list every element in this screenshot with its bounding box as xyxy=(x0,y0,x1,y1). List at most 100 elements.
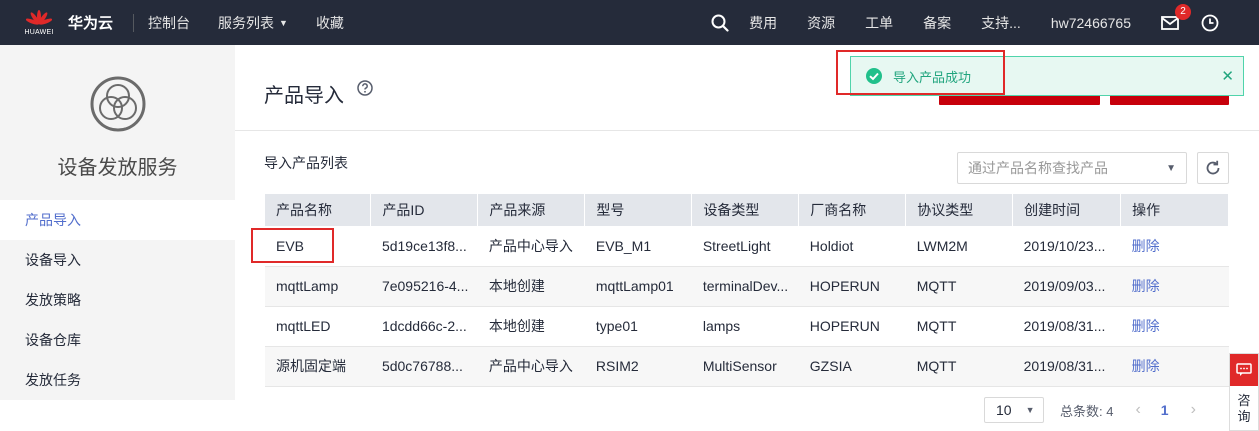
table-row: EVB 5d19ce13f8... 产品中心导入 EVB_M1 StreetLi… xyxy=(265,226,1229,267)
main-content: 产品导入 导入产品成功 ✕ 导入产品列表 ▼ 产品名称 产品ID 产品来源 型号 xyxy=(235,45,1259,431)
cell-product-id: 1dcdd66c-2... xyxy=(370,306,478,347)
cell-vendor: Holdiot xyxy=(798,226,906,267)
chevron-right-icon[interactable]: › xyxy=(1191,401,1196,419)
cell-vendor: GZSIA xyxy=(798,346,906,387)
col-header[interactable]: 创建时间 xyxy=(1012,194,1122,226)
table-row: 源机固定端 5d0c76788... 产品中心导入 RSIM2 MultiSen… xyxy=(265,346,1229,387)
cell-source: 本地创建 xyxy=(477,266,585,307)
consult-button[interactable]: 咨询 xyxy=(1229,353,1259,431)
cell-created-time: 2019/08/31... xyxy=(1012,306,1121,347)
user-account[interactable]: hw72466765 xyxy=(1051,15,1131,31)
sidebar-item-product-import[interactable]: 产品导入 xyxy=(0,200,235,240)
delete-link[interactable]: 删除 xyxy=(1120,266,1229,307)
logo-text: HUAWEI xyxy=(24,28,54,36)
cell-product-name: 源机固定端 xyxy=(265,346,371,387)
table-row: mqttLamp 7e095216-4... 本地创建 mqttLamp01 t… xyxy=(265,266,1229,307)
col-header[interactable]: 产品来源 xyxy=(477,194,586,226)
list-title: 导入产品列表 xyxy=(264,155,348,171)
refresh-icon xyxy=(1206,160,1220,175)
col-header[interactable]: 协议类型 xyxy=(905,194,1014,226)
col-header[interactable]: 型号 xyxy=(584,194,693,226)
cell-product-id: 5d19ce13f8... xyxy=(370,226,478,267)
pagination: 10 ▼ 总条数: 4 ‹ 1 › xyxy=(984,397,1196,423)
clock-icon[interactable] xyxy=(1201,14,1219,32)
refresh-button[interactable] xyxy=(1197,152,1229,184)
product-search-select[interactable]: ▼ xyxy=(957,152,1187,184)
delete-link[interactable]: 删除 xyxy=(1120,346,1229,387)
nav-resources[interactable]: 资源 xyxy=(807,13,835,33)
nav-billing[interactable]: 费用 xyxy=(749,13,777,33)
sidebar-item-device-warehouse[interactable]: 设备仓库 xyxy=(0,320,235,360)
delete-link[interactable]: 删除 xyxy=(1120,306,1229,347)
close-icon[interactable]: ✕ xyxy=(1221,67,1234,85)
cell-product-id: 5d0c76788... xyxy=(370,346,478,387)
caret-down-icon: ▼ xyxy=(279,17,288,28)
cell-created-time: 2019/10/23... xyxy=(1012,226,1121,267)
sidebar-menu: 产品导入 设备导入 发放策略 设备仓库 发放任务 xyxy=(0,200,235,431)
cell-model: mqttLamp01 xyxy=(584,266,692,307)
cell-model: RSIM2 xyxy=(584,346,692,387)
cell-device-type: MultiSensor xyxy=(691,346,799,387)
help-icon[interactable] xyxy=(357,80,373,99)
nav-service-list[interactable]: 服务列表 ▼ xyxy=(218,13,288,33)
sidebar-item-tasks[interactable]: 发放任务 xyxy=(0,360,235,400)
page-size-select[interactable]: 10 ▼ xyxy=(984,397,1044,423)
cell-protocol: MQTT xyxy=(905,266,1013,307)
cell-device-type: StreetLight xyxy=(691,226,799,267)
brand-name[interactable]: 华为云 xyxy=(68,12,113,33)
service-logo-icon xyxy=(90,76,146,135)
cell-source: 本地创建 xyxy=(477,306,585,347)
mail-icon[interactable]: 2 xyxy=(1161,3,1191,31)
cell-product-name: mqttLamp xyxy=(265,266,371,307)
nav-favorites[interactable]: 收藏 xyxy=(316,13,344,33)
cell-source: 产品中心导入 xyxy=(477,226,585,267)
cell-product-name: mqttLED xyxy=(265,306,371,347)
col-header: 操作 xyxy=(1120,194,1229,226)
sidebar-header: 设备发放服务 xyxy=(0,45,235,200)
cell-source: 产品中心导入 xyxy=(477,346,585,387)
top-navigation-bar: HUAWEI 华为云 控制台 服务列表 ▼ 收藏 费用 资源 工单 备案 支持.… xyxy=(0,0,1259,45)
col-header[interactable]: 设备类型 xyxy=(691,194,800,226)
cell-protocol: MQTT xyxy=(905,306,1013,347)
col-header[interactable]: 产品ID xyxy=(370,194,479,226)
col-header[interactable]: 产品名称 xyxy=(265,194,372,226)
service-title: 设备发放服务 xyxy=(57,157,178,179)
cell-device-type: terminalDev... xyxy=(691,266,799,307)
nav-service-list-label: 服务列表 xyxy=(218,14,275,31)
row-highlight-box xyxy=(251,228,334,263)
table-row: mqttLED 1dcdd66c-2... 本地创建 type01 lamps … xyxy=(265,306,1229,347)
consult-label: 咨询 xyxy=(1237,393,1251,424)
cell-created-time: 2019/09/03... xyxy=(1012,266,1121,307)
chat-icon xyxy=(1230,354,1258,386)
total-count: 总条数: 4 xyxy=(1060,403,1114,419)
cell-vendor: HOPERUN xyxy=(798,306,906,347)
caret-down-icon: ▼ xyxy=(1166,163,1176,174)
search-icon[interactable] xyxy=(711,14,729,32)
divider xyxy=(133,13,135,32)
cell-model: EVB_M1 xyxy=(584,226,692,267)
cell-protocol: LWM2M xyxy=(905,226,1013,267)
huawei-logo[interactable]: HUAWEI xyxy=(24,9,54,36)
col-header[interactable]: 厂商名称 xyxy=(798,194,907,226)
page-title: 产品导入 xyxy=(264,85,344,107)
toast-highlight-box xyxy=(836,50,1005,95)
nav-filing[interactable]: 备案 xyxy=(923,13,951,33)
delete-link[interactable]: 删除 xyxy=(1120,226,1229,267)
sidebar: 设备发放服务 产品导入 设备导入 发放策略 设备仓库 发放任务 xyxy=(0,45,235,431)
sidebar-item-device-import[interactable]: 设备导入 xyxy=(0,240,235,280)
cell-product-id: 7e095216-4... xyxy=(370,266,478,307)
cell-device-type: lamps xyxy=(691,306,799,347)
page-size-value: 10 xyxy=(996,402,1012,418)
nav-support[interactable]: 支持... xyxy=(981,13,1021,33)
cell-model: type01 xyxy=(584,306,692,347)
sidebar-item-policy[interactable]: 发放策略 xyxy=(0,280,235,320)
nav-console[interactable]: 控制台 xyxy=(148,13,190,33)
search-input[interactable] xyxy=(968,153,1158,183)
huawei-flower-icon xyxy=(26,9,52,25)
page-number-current[interactable]: 1 xyxy=(1161,402,1169,418)
cell-created-time: 2019/08/31... xyxy=(1012,346,1121,387)
caret-down-icon: ▼ xyxy=(1025,405,1035,415)
chevron-left-icon[interactable]: ‹ xyxy=(1135,401,1140,419)
product-table: 产品名称 产品ID 产品来源 型号 设备类型 厂商名称 协议类型 创建时间 操作… xyxy=(265,194,1229,387)
nav-tickets[interactable]: 工单 xyxy=(865,13,893,33)
